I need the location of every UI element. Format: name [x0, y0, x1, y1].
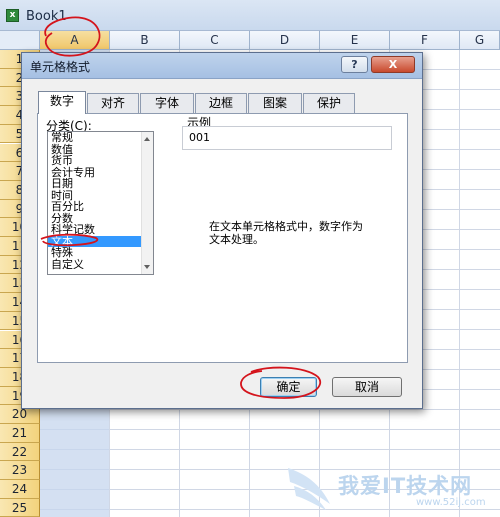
dialog-title: 单元格格式 — [30, 60, 91, 74]
dialog-titlebar[interactable]: 单元格格式 ? X — [22, 53, 422, 79]
category-item[interactable]: 日期 — [48, 178, 153, 190]
column-header-e[interactable]: E — [320, 31, 390, 50]
format-description: 在文本单元格格式中，数字作为 文本处理。 — [209, 220, 363, 246]
column-header-g[interactable]: G — [460, 31, 500, 50]
row-header[interactable]: 21 — [0, 424, 40, 443]
help-button[interactable]: ? — [341, 56, 368, 73]
close-button[interactable]: X — [371, 56, 415, 73]
column-header-a[interactable]: A — [40, 31, 110, 50]
watermark-wing-icon — [288, 468, 330, 510]
column-header-d[interactable]: D — [250, 31, 320, 50]
format-cells-dialog: 单元格格式 ? X 数字 对齐 字体 边框 图案 保护 分类(C): 常规 数值货… — [21, 52, 423, 409]
row-header[interactable]: 22 — [0, 442, 40, 462]
workbook-title: Book1 — [26, 9, 67, 24]
scroll-down-icon[interactable] — [144, 265, 150, 269]
tab-border[interactable]: 边框 — [195, 93, 247, 113]
row-header[interactable]: 25 — [0, 498, 40, 517]
tab-alignment[interactable]: 对齐 — [87, 93, 139, 113]
tab-patterns[interactable]: 图案 — [248, 93, 302, 113]
column-header-c[interactable]: C — [180, 31, 250, 50]
category-scrollbar[interactable] — [141, 132, 153, 274]
cancel-button[interactable]: 取消 — [332, 377, 402, 397]
category-item[interactable]: 常规 — [48, 132, 153, 144]
row-header[interactable]: 24 — [0, 480, 40, 499]
category-item[interactable]: 自定义 — [48, 258, 153, 271]
watermark-text: 我爱IT技术网 — [338, 474, 473, 498]
category-item[interactable]: 百分比 — [48, 201, 153, 213]
watermark-url: www.52ij.com — [416, 497, 486, 508]
tab-number[interactable]: 数字 — [38, 91, 86, 114]
scroll-up-icon[interactable] — [144, 137, 150, 141]
excel-workbook-icon: x — [6, 9, 19, 22]
column-header-f[interactable]: F — [390, 31, 460, 50]
sample-box: 001 — [182, 126, 392, 150]
category-item[interactable]: 特殊 — [48, 247, 153, 259]
column-header-b[interactable]: B — [110, 31, 180, 50]
category-item[interactable]: 货币 — [48, 155, 153, 167]
row-header[interactable]: 23 — [0, 461, 40, 481]
tab-protection[interactable]: 保护 — [303, 93, 355, 113]
sample-value: 001 — [189, 131, 210, 144]
select-all-corner[interactable] — [0, 31, 40, 50]
category-item[interactable]: 科学记数 — [48, 224, 153, 236]
workbook-titlebar: x Book1 — [0, 0, 500, 31]
ok-button[interactable]: 确定 — [260, 377, 317, 397]
category-listbox[interactable]: 常规 数值 货币 会计专用 日期 时间 百分比 分数 科学记数 文本 特殊 自定义 — [47, 131, 154, 275]
watermark: 我爱IT技术网 www.52ij.com — [286, 460, 496, 514]
number-tab-panel: 分类(C): 常规 数值 货币 会计专用 日期 时间 百分比 分数 科学记数 文本 特殊 自定义 示例… — [37, 113, 408, 363]
tab-font[interactable]: 字体 — [140, 93, 194, 113]
